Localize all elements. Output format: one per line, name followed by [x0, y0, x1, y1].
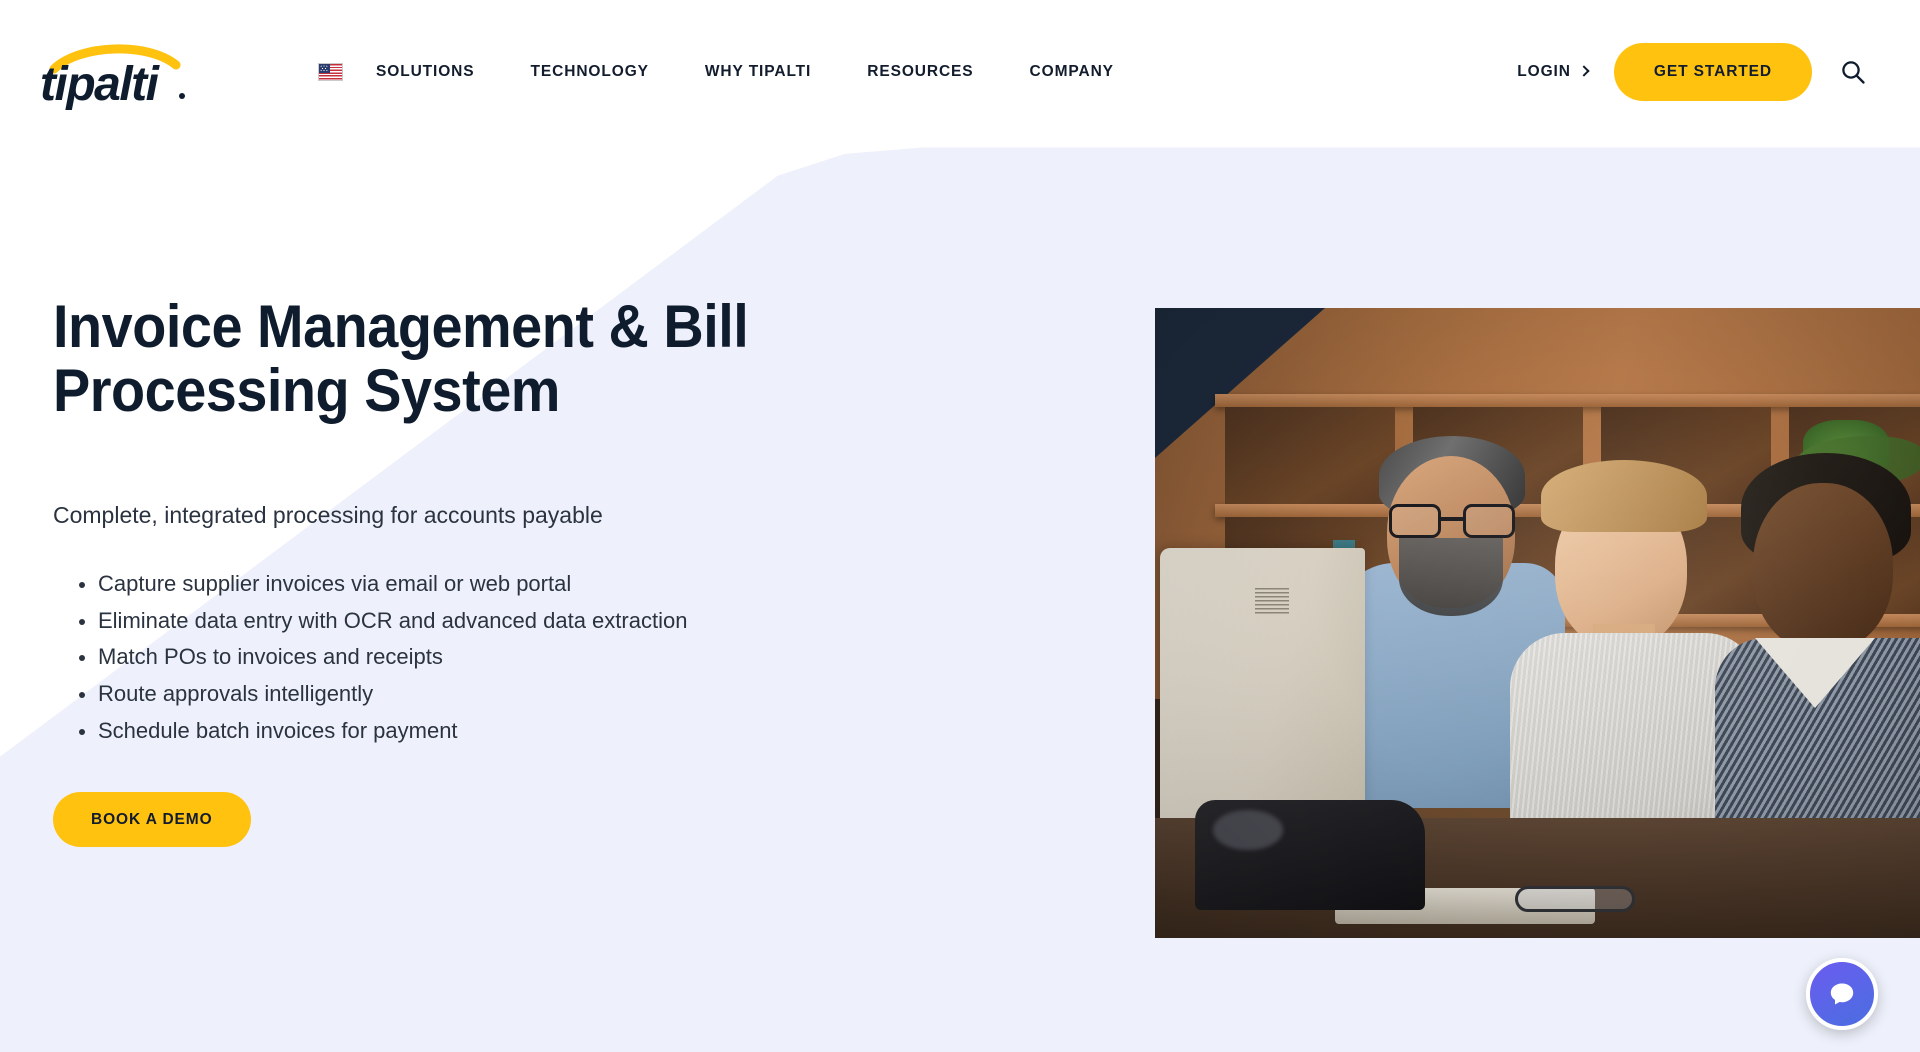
site-header: tipalti SOLUTIONS TECHNOLOGY WHY TIPALTI… [0, 0, 1920, 143]
hero-image [1155, 308, 1920, 938]
monitor-vent [1255, 588, 1289, 616]
svg-text:tipalti: tipalti [40, 58, 161, 110]
login-label: LOGIN [1517, 62, 1571, 80]
list-item: Capture supplier invoices via email or w… [53, 566, 953, 603]
hero-image-scene [1155, 308, 1920, 938]
hero-section: Invoice Management & Bill Processing Sys… [0, 143, 1920, 1052]
main-navigation: SOLUTIONS TECHNOLOGY WHY TIPALTI RESOURC… [318, 0, 1114, 143]
hero-text-column: Invoice Management & Bill Processing Sys… [53, 293, 953, 848]
person-right-head [1753, 483, 1893, 651]
nav-item-why-tipalti[interactable]: WHY TIPALTI [705, 63, 811, 81]
tipalti-logo[interactable]: tipalti [40, 38, 205, 110]
chat-bubble-icon [1830, 983, 1854, 1005]
desk-phone [1195, 800, 1425, 910]
book-a-demo-button[interactable]: BOOK A DEMO [53, 792, 251, 848]
shelf [1215, 394, 1920, 407]
flag-canton [319, 63, 330, 74]
person-left-glasses [1389, 504, 1515, 538]
person-left-beard [1399, 538, 1503, 616]
nav-item-technology[interactable]: TECHNOLOGY [531, 63, 649, 81]
hero-feature-list: Capture supplier invoices via email or w… [53, 566, 953, 751]
page-title: Invoice Management & Bill Processing Sys… [53, 293, 749, 425]
search-icon [1842, 60, 1865, 84]
us-flag-icon[interactable] [318, 62, 343, 81]
shelf-cubby [1225, 407, 1395, 504]
search-button[interactable] [1834, 53, 1872, 91]
list-item: Eliminate data entry with OCR and advanc… [53, 603, 953, 640]
tipalti-logo-svg: tipalti [40, 44, 185, 110]
header-actions: LOGIN GET STARTED [1517, 0, 1920, 143]
nav-item-solutions[interactable]: SOLUTIONS [376, 63, 475, 81]
hero-subtitle: Complete, integrated processing for acco… [53, 502, 603, 529]
get-started-button[interactable]: GET STARTED [1613, 42, 1812, 101]
eyeglasses-on-desk [1515, 886, 1635, 912]
list-item: Schedule batch invoices for payment [53, 713, 953, 750]
login-link[interactable]: LOGIN [1517, 62, 1590, 81]
nav-item-company[interactable]: COMPANY [1030, 63, 1114, 81]
chevron-right-icon [1578, 65, 1590, 77]
list-item: Route approvals intelligently [53, 676, 953, 713]
page-root: tipalti SOLUTIONS TECHNOLOGY WHY TIPALTI… [0, 0, 1920, 1052]
nav-item-resources[interactable]: RESOURCES [867, 63, 973, 81]
chat-widget-button[interactable] [1806, 958, 1878, 1030]
list-item: Match POs to invoices and receipts [53, 639, 953, 676]
person-center-hair-front [1541, 460, 1707, 532]
